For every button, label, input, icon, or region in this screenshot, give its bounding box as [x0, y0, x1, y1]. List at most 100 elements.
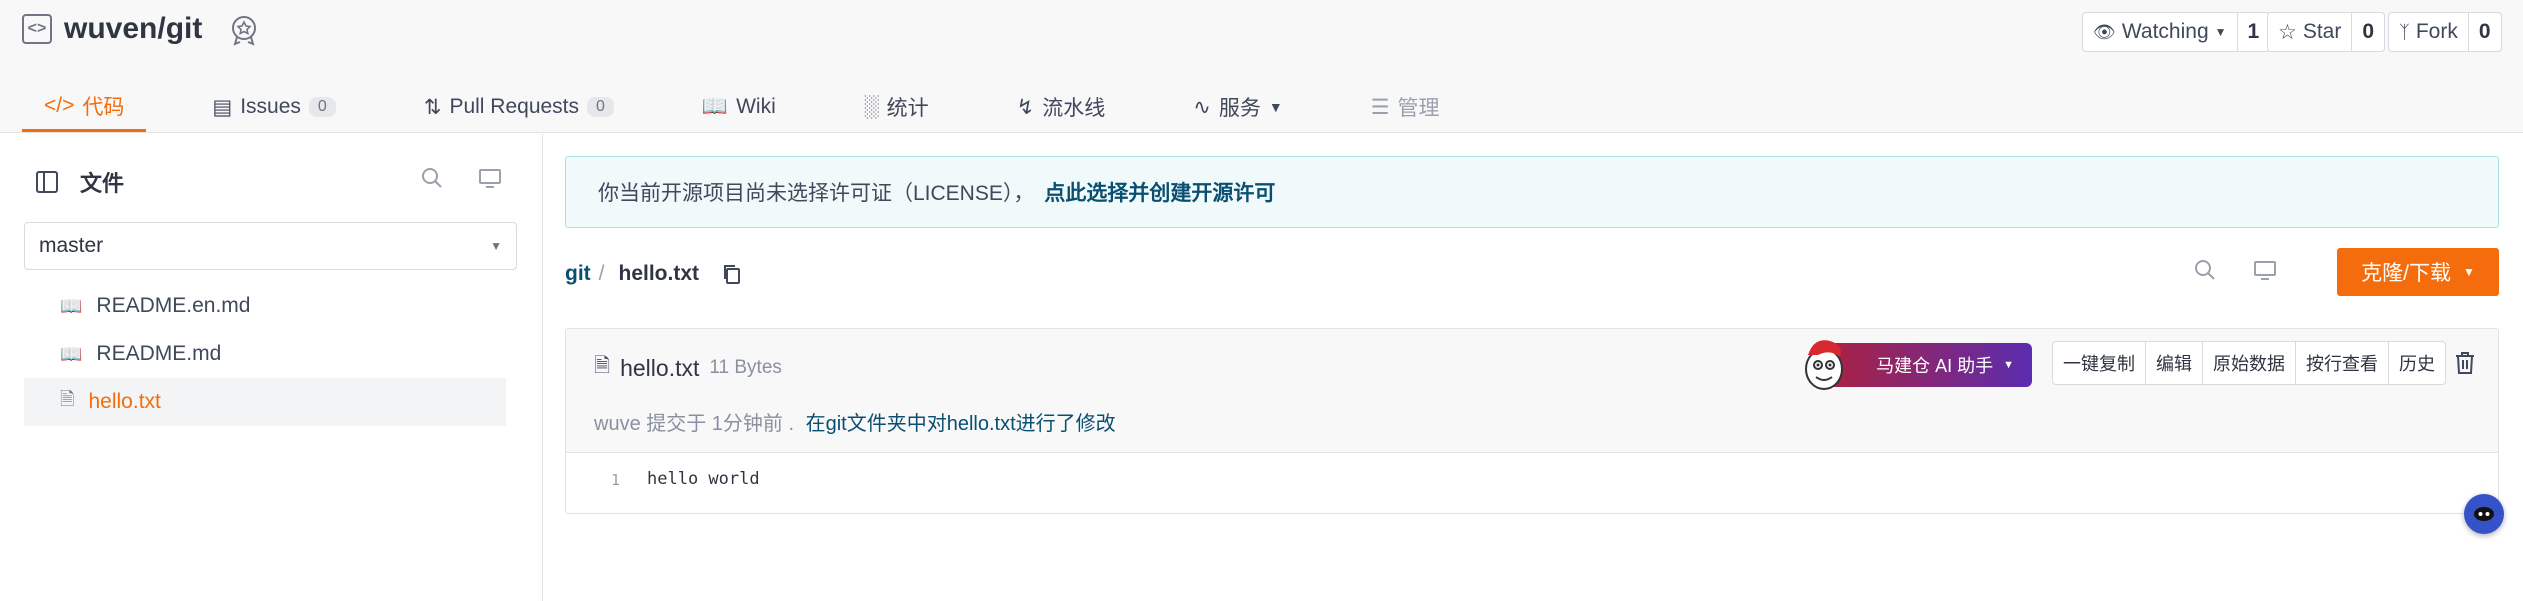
fork-group: ᛉ Fork 0: [2388, 12, 2502, 52]
repo-tabs: </> 代码 ▤ Issues 0 ⇅ Pull Requests 0 📖 Wi…: [22, 82, 1506, 132]
file-name: README.md: [96, 342, 222, 365]
collapse-sidebar-icon[interactable]: [36, 171, 58, 193]
tab-services[interactable]: ∿ 服务 ▼: [1171, 82, 1304, 132]
star-icon: ☆: [2278, 20, 2297, 44]
eye-icon: 👁: [2093, 21, 2116, 42]
repo-code-icon: <>: [22, 14, 52, 44]
mascot-icon: [1805, 340, 1843, 390]
clone-download-button[interactable]: 克隆/下载 ▼: [2337, 248, 2499, 296]
file-item-hello[interactable]: 🗎 hello.txt: [24, 378, 506, 426]
pulse-icon: ∿: [1193, 95, 1211, 119]
blame-button[interactable]: 按行查看: [2296, 342, 2389, 384]
book-icon: 📖: [60, 295, 83, 316]
file-name: hello.txt: [620, 354, 700, 381]
caret-down-icon: ▼: [2003, 359, 2014, 371]
file-header: 🗎 hello.txt 11 Bytes wuve 提交于 1分钟前 . 在gi…: [566, 329, 2498, 453]
star-label: Star: [2302, 20, 2342, 43]
commit-meta: wuve 提交于 1分钟前 .: [594, 413, 795, 435]
watching-label: Watching: [2121, 20, 2209, 43]
sidebar-tools: [420, 166, 502, 190]
trash-icon[interactable]: [2454, 351, 2476, 375]
tab-label: Wiki: [736, 95, 776, 118]
branch-select[interactable]: master ▼: [24, 222, 517, 270]
star-count[interactable]: 0: [2352, 13, 2384, 51]
fork-icon: ᛉ: [2399, 21, 2410, 42]
tab-code[interactable]: </> 代码: [22, 82, 147, 132]
file-content-box: 🗎 hello.txt 11 Bytes wuve 提交于 1分钟前 . 在gi…: [565, 328, 2499, 514]
book-icon: 📖: [60, 343, 83, 364]
repo-header: <> wuven/git 👁 Watching ▼ 1 ☆ Star 0 ᛉ F…: [0, 0, 2523, 133]
file-icon: 🗎: [60, 389, 75, 409]
tab-label: 流水线: [1042, 97, 1106, 120]
chat-bot-icon[interactable]: [2464, 494, 2504, 534]
sidebar-header: 文件: [36, 166, 124, 198]
commit-info: wuve 提交于 1分钟前 . 在git文件夹中对hello.txt进行了修改: [594, 407, 1116, 436]
file-name: hello.txt: [88, 390, 161, 413]
pull-request-icon: ⇅: [423, 95, 442, 119]
book-icon: 📖: [701, 95, 729, 118]
notice-text: 你当前开源项目尚未选择许可证（LICENSE），: [598, 182, 1035, 205]
tab-manage[interactable]: ☰ 管理: [1349, 82, 1462, 132]
caret-down-icon: ▼: [490, 239, 502, 253]
code-icon: </>: [44, 93, 75, 117]
tab-issues[interactable]: ▤ Issues 0: [190, 82, 357, 132]
ai-assistant-button[interactable]: 马建仓 AI 助手 ▼: [1805, 340, 2032, 390]
line-text: hello world: [647, 469, 760, 489]
clone-label: 克隆/下载: [2361, 262, 2451, 285]
bot-face-icon: [2474, 507, 2494, 521]
file-item-readme[interactable]: 📖 README.md: [24, 330, 506, 378]
raw-button[interactable]: 原始数据: [2203, 342, 2296, 384]
pipeline-icon: ↯: [1016, 95, 1035, 119]
breadcrumb-separator: /: [598, 262, 605, 285]
fork-button[interactable]: ᛉ Fork: [2389, 13, 2469, 51]
create-license-link[interactable]: 点此选择并创建开源许可: [1044, 177, 1275, 207]
star-button[interactable]: ☆ Star: [2268, 13, 2353, 51]
file-tools: [2193, 258, 2277, 282]
file-tree: 📖 README.en.md 📖 README.md 🗎 hello.txt: [24, 282, 506, 426]
repo-title[interactable]: wuven/git: [64, 12, 202, 46]
watching-button[interactable]: 👁 Watching ▼: [2083, 13, 2238, 51]
file-title: 🗎 hello.txt 11 Bytes: [594, 351, 782, 385]
history-button[interactable]: 历史: [2389, 342, 2445, 384]
star-group: ☆ Star 0: [2267, 12, 2386, 52]
file-item-readme-en[interactable]: 📖 README.en.md: [24, 282, 506, 330]
tab-label: 服务: [1218, 97, 1261, 120]
tab-label: Issues: [240, 95, 301, 118]
tab-label: 统计: [886, 97, 929, 120]
search-icon[interactable]: [2193, 258, 2217, 282]
license-notice: 你当前开源项目尚未选择许可证（LICENSE）， 点此选择并创建开源许可: [565, 156, 2499, 228]
monitor-icon[interactable]: [478, 166, 502, 190]
tab-wiki[interactable]: 📖 Wiki: [680, 82, 798, 132]
branch-name: master: [39, 234, 104, 257]
edit-button[interactable]: 编辑: [2146, 342, 2203, 384]
sidebar-title: 文件: [80, 171, 125, 196]
file-icon: 🗎: [594, 355, 611, 377]
copy-icon[interactable]: [721, 263, 743, 285]
settings-doc-icon: ☰: [1370, 95, 1390, 119]
code-line: 1 hello world: [566, 469, 760, 489]
monitor-icon[interactable]: [2253, 258, 2277, 282]
caret-down-icon: ▼: [1268, 99, 1283, 115]
breadcrumb-file: hello.txt: [618, 262, 700, 285]
file-sidebar: 文件 master ▼ 📖 README.en.md 📖 README.md 🗎…: [0, 134, 543, 601]
issues-icon: ▤: [212, 95, 233, 119]
search-icon[interactable]: [420, 166, 444, 190]
tab-stats[interactable]: ░ 统计: [842, 82, 951, 132]
award-badge-icon[interactable]: [228, 14, 260, 46]
bar-chart-icon: ░: [863, 95, 879, 118]
pr-count-badge: 0: [587, 97, 614, 117]
tab-label: 管理: [1397, 97, 1440, 120]
ai-button-label: 马建仓 AI 助手: [1876, 356, 1994, 376]
line-number[interactable]: 1: [566, 469, 620, 489]
watching-count[interactable]: 1: [2238, 13, 2270, 51]
tab-pull-requests[interactable]: ⇅ Pull Requests 0: [402, 82, 636, 132]
breadcrumb-repo[interactable]: git: [565, 262, 591, 286]
breadcrumb: git / hello.txt: [565, 262, 743, 286]
file-size: 11 Bytes: [709, 357, 782, 378]
tab-label: 代码: [82, 95, 125, 119]
fork-count[interactable]: 0: [2469, 13, 2501, 51]
commit-message-link[interactable]: 在git文件夹中对hello.txt进行了修改: [806, 413, 1116, 435]
copy-all-button[interactable]: 一键复制: [2053, 342, 2146, 384]
caret-down-icon: ▼: [2462, 265, 2475, 279]
tab-pipeline[interactable]: ↯ 流水线: [995, 82, 1128, 132]
